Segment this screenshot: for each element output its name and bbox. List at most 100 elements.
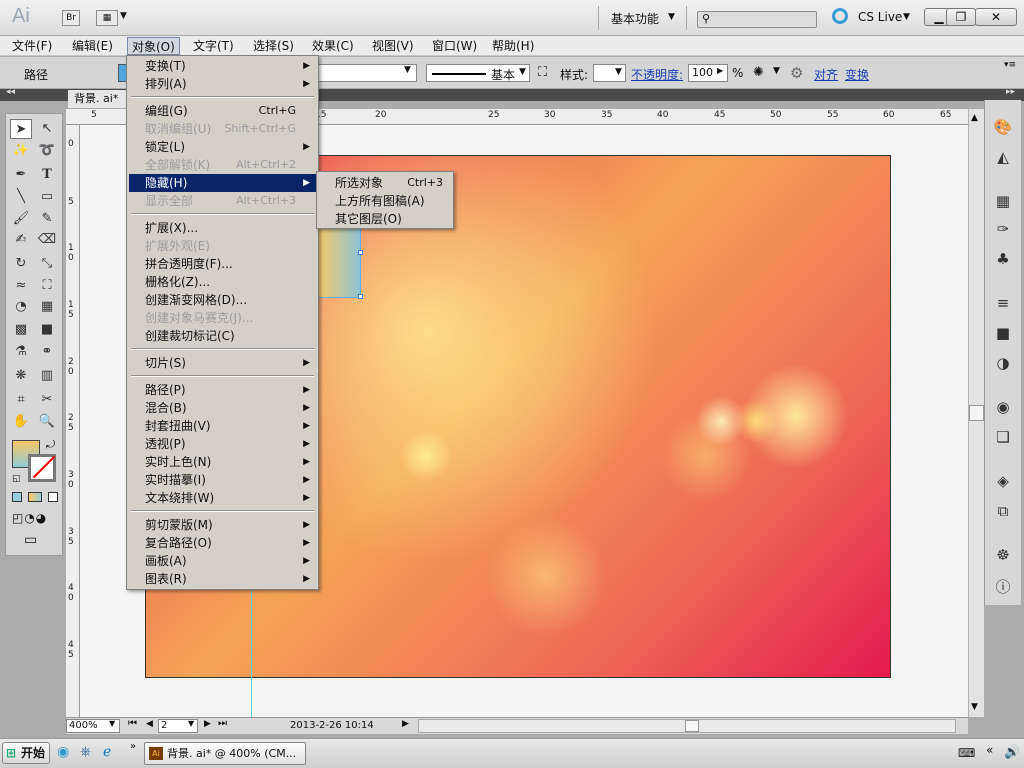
document-tab[interactable]: 背景. ai* bbox=[68, 90, 130, 108]
ie-icon[interactable]: ℯ bbox=[103, 744, 111, 760]
rectangle-tool-icon[interactable]: ▭ bbox=[36, 187, 58, 207]
menu-help[interactable]: 帮助(H) bbox=[488, 37, 538, 55]
menu-item-envelope-distort[interactable]: 封套扭曲(V) ▶ bbox=[129, 417, 316, 435]
brush-definition-icon[interactable]: ⛶ bbox=[538, 65, 547, 80]
blend-tool-icon[interactable]: ⚭ bbox=[36, 342, 58, 362]
expand-icon[interactable]: ▸▸ bbox=[1006, 87, 1015, 97]
paintbrush-tool-icon[interactable]: 🖌 bbox=[10, 209, 32, 229]
scroll-thumb[interactable] bbox=[969, 405, 984, 421]
search-input[interactable]: ⚲ bbox=[697, 11, 817, 28]
pencil-tool-icon[interactable]: ✎ bbox=[36, 209, 58, 229]
color-guide-icon[interactable]: ◭ bbox=[992, 148, 1014, 168]
explorer-icon[interactable]: ⎈ bbox=[80, 744, 91, 760]
menu-item-hide-other-layers[interactable]: 其它图层(O) bbox=[319, 210, 451, 228]
menu-item-hide-above[interactable]: 上方所有图稿(A) bbox=[319, 192, 451, 210]
menu-item-artboards[interactable]: 画板(A) ▶ bbox=[129, 552, 316, 570]
menu-view[interactable]: 视图(V) bbox=[368, 37, 418, 55]
menu-file[interactable]: 文件(F) bbox=[8, 37, 56, 55]
menu-edit[interactable]: 编辑(E) bbox=[68, 37, 117, 55]
vertical-scrollbar[interactable]: ▲ ▼ bbox=[968, 109, 984, 717]
menu-item-path[interactable]: 路径(P) ▶ bbox=[129, 381, 316, 399]
workspace-switcher[interactable]: 基本功能 bbox=[611, 10, 659, 27]
graph-tool-icon[interactable]: ▥ bbox=[36, 366, 58, 386]
menu-item-arrange[interactable]: 排列(A) ▶ bbox=[129, 75, 316, 93]
chevron-down-icon[interactable]: ▼ bbox=[668, 12, 675, 22]
menu-item-blend[interactable]: 混合(B) ▶ bbox=[129, 399, 316, 417]
color-mode-icon[interactable] bbox=[12, 492, 22, 502]
default-colors-icon[interactable]: ◱ bbox=[12, 474, 21, 484]
selection-handle[interactable] bbox=[358, 294, 363, 299]
mesh-tool-icon[interactable]: ▩ bbox=[10, 320, 32, 340]
chevron-down-icon[interactable]: ▼ bbox=[109, 719, 115, 728]
menu-window[interactable]: 窗口(W) bbox=[428, 37, 481, 55]
menu-item-expand[interactable]: 扩展(X)... bbox=[129, 219, 316, 237]
menu-item-clipping-mask[interactable]: 剪切蒙版(M) ▶ bbox=[129, 516, 316, 534]
zoom-tool-icon[interactable]: 🔍 bbox=[36, 412, 58, 432]
chevron-down-icon[interactable]: ▼ bbox=[903, 12, 910, 22]
taskbar-item-illustrator[interactable]: Ai 背景. ai* @ 400% (CM... bbox=[144, 742, 306, 765]
gradient-mode-icon[interactable] bbox=[28, 492, 42, 502]
bridge-button[interactable]: Br bbox=[62, 10, 80, 26]
menu-type[interactable]: 文字(T) bbox=[189, 37, 238, 55]
menu-item-group[interactable]: 编组(G) Ctrl+G bbox=[129, 102, 316, 120]
perspective-grid-tool-icon[interactable]: ▦ bbox=[36, 297, 58, 317]
next-artboard-icon[interactable]: ▶ bbox=[204, 719, 211, 729]
gradient-icon[interactable]: ■ bbox=[992, 324, 1014, 344]
menu-select[interactable]: 选择(S) bbox=[249, 37, 298, 55]
arrange-documents-button[interactable]: ▦ bbox=[96, 10, 118, 26]
symbol-sprayer-tool-icon[interactable]: ❋ bbox=[10, 366, 32, 386]
scroll-down-icon[interactable]: ▼ bbox=[971, 702, 978, 712]
keyboard-icon[interactable]: ⌨ bbox=[958, 746, 975, 760]
brushes-icon[interactable]: ✑ bbox=[992, 220, 1014, 240]
first-artboard-icon[interactable]: ⏮ bbox=[128, 718, 137, 729]
restore-button[interactable]: ❐ bbox=[946, 8, 976, 26]
layers-icon[interactable]: ◈ bbox=[992, 472, 1014, 492]
gear-icon[interactable]: ⚙ bbox=[790, 64, 803, 82]
pen-tool-icon[interactable]: ✒ bbox=[10, 165, 32, 185]
appearance-icon[interactable]: ◉ bbox=[992, 398, 1014, 418]
stroke-profile-select[interactable]: 基本 ▼ bbox=[426, 64, 530, 82]
align-link[interactable]: 对齐 bbox=[814, 66, 838, 83]
stroke-icon[interactable]: ≡ bbox=[992, 294, 1014, 314]
chrome-icon[interactable]: ◉ bbox=[57, 744, 69, 760]
symbols-icon[interactable]: ♣ bbox=[992, 250, 1014, 270]
menu-item-rasterize[interactable]: 栅格化(Z)... bbox=[129, 273, 316, 291]
menu-item-slice[interactable]: 切片(S) ▶ bbox=[129, 354, 316, 372]
line-tool-icon[interactable]: ╲ bbox=[10, 187, 32, 207]
prev-artboard-icon[interactable]: ◀ bbox=[146, 719, 153, 729]
menu-item-graph[interactable]: 图表(R) ▶ bbox=[129, 570, 316, 588]
screen-mode-icon[interactable]: ▭ bbox=[24, 532, 37, 548]
menu-object[interactable]: 对象(O) bbox=[127, 37, 180, 55]
panel-menu-icon[interactable]: ▾≡ bbox=[1004, 60, 1016, 70]
cslive-button[interactable]: CS Live bbox=[858, 10, 902, 24]
lasso-tool-icon[interactable]: ➰ bbox=[36, 141, 58, 161]
blob-brush-tool-icon[interactable]: ✍ bbox=[10, 230, 32, 250]
menu-item-transform[interactable]: 变换(T) ▶ bbox=[129, 57, 316, 75]
scroll-thumb[interactable] bbox=[685, 720, 699, 732]
menu-item-text-wrap[interactable]: 文本绕排(W) ▶ bbox=[129, 489, 316, 507]
close-button[interactable]: ✕ bbox=[975, 8, 1017, 26]
rotate-tool-icon[interactable]: ↻ bbox=[10, 254, 32, 274]
hand-tool-icon[interactable]: ✋ bbox=[10, 412, 32, 432]
collapse-icon[interactable]: ◂◂ bbox=[6, 87, 15, 97]
gradient-tool-icon[interactable]: ■ bbox=[36, 320, 58, 340]
stroke-weight-field[interactable] bbox=[318, 64, 417, 82]
menu-item-lock[interactable]: 锁定(L) ▶ bbox=[129, 138, 316, 156]
swatches-icon[interactable]: ▦ bbox=[992, 192, 1014, 212]
menu-item-hide-selection[interactable]: 所选对象 Ctrl+3 bbox=[319, 174, 451, 192]
start-button[interactable]: ⊞ 开始 bbox=[2, 742, 50, 764]
color-panel-icon[interactable]: 🎨 bbox=[992, 118, 1014, 138]
none-mode-icon[interactable] bbox=[48, 492, 58, 502]
status-menu-icon[interactable]: ▶ bbox=[402, 719, 409, 729]
warp-tool-icon[interactable]: ≈ bbox=[10, 276, 32, 296]
menu-item-perspective[interactable]: 透视(P) ▶ bbox=[129, 435, 316, 453]
chevron-down-icon[interactable]: ▼ bbox=[120, 11, 127, 21]
magic-wand-tool-icon[interactable]: ✨ bbox=[10, 141, 32, 161]
horizontal-scrollbar[interactable] bbox=[418, 719, 956, 733]
menu-item-create-trim-marks[interactable]: 创建裁切标记(C) bbox=[129, 327, 316, 345]
chevron-down-icon[interactable]: ▼ bbox=[773, 66, 780, 76]
scale-tool-icon[interactable]: ⤡ bbox=[36, 254, 58, 274]
chevron-down-icon[interactable]: ▼ bbox=[404, 65, 411, 75]
graphic-style-select[interactable]: ▼ bbox=[593, 64, 626, 82]
eraser-tool-icon[interactable]: ⌫ bbox=[36, 230, 58, 250]
